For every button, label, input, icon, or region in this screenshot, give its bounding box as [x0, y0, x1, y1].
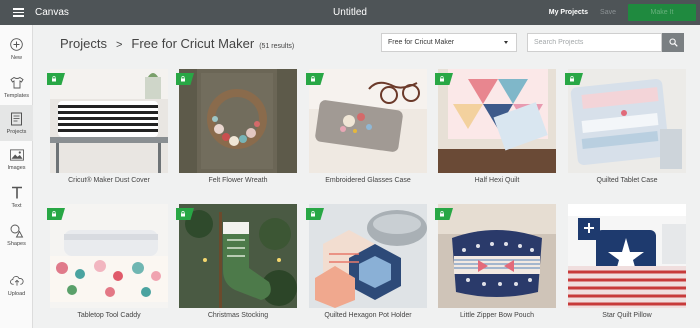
project-thumbnail	[179, 69, 297, 173]
search-input[interactable]	[527, 33, 662, 52]
chevron-right-icon: >	[115, 39, 123, 51]
project-thumbnail	[568, 204, 686, 308]
shirt-icon	[9, 76, 24, 90]
project-thumbnail	[309, 69, 427, 173]
search-icon	[668, 38, 678, 47]
chevron-down-icon	[504, 41, 508, 44]
result-count: (51 results)	[259, 43, 295, 50]
make-it-button[interactable]: Make It	[628, 4, 696, 21]
sidebar-item-images[interactable]: Images	[0, 141, 33, 177]
project-thumbnail	[50, 204, 168, 308]
sidebar-item-label: Projects	[6, 128, 27, 135]
project-thumbnail	[438, 69, 556, 173]
filter-dropdown[interactable]: Free for Cricut Maker	[381, 33, 517, 52]
shapes-icon	[10, 224, 24, 238]
project-thumbnail	[309, 204, 427, 308]
sidebar-item-label: Upload	[7, 290, 26, 297]
sidebar-item-label: Images	[7, 164, 26, 171]
breadcrumb: Projects > Free for Cricut Maker (51 res…	[60, 36, 294, 54]
projects-icon	[10, 112, 24, 126]
sidebar-item-label: Shapes	[7, 240, 26, 247]
my-projects-link[interactable]: My Projects	[549, 9, 588, 16]
left-sidebar: New Templates Projects Images Text Shape…	[0, 25, 33, 328]
sidebar-item-shapes[interactable]: Shapes	[0, 217, 33, 253]
plus-icon	[10, 38, 24, 52]
project-title: Quilted Tablet Case	[596, 177, 658, 184]
text-icon	[10, 186, 24, 200]
project-title: Tabletop Tool Caddy	[77, 312, 141, 319]
project-title: Christmas Stocking	[207, 312, 269, 319]
sidebar-item-projects[interactable]: Projects	[0, 105, 33, 141]
project-title: Half Hexi Quilt	[474, 177, 520, 184]
hamburger-menu-icon[interactable]	[6, 0, 30, 25]
upload-icon	[9, 274, 24, 288]
sidebar-item-text[interactable]: Text	[0, 179, 33, 215]
project-title: Embroidered Glasses Case	[325, 177, 411, 184]
project-thumbnail	[50, 69, 168, 173]
project-title: Little Zipper Bow Pouch	[460, 312, 534, 319]
sidebar-item-new[interactable]: New	[0, 31, 33, 67]
top-bar: Canvas Untitled My Projects Save Make It	[0, 0, 700, 25]
project-title: Quilted Hexagon Pot Holder	[324, 312, 412, 319]
app-title: Canvas	[35, 7, 69, 18]
project-title: Cricut® Maker Dust Cover	[68, 177, 150, 184]
project-title: Felt Flower Wreath	[208, 177, 268, 184]
breadcrumb-projects-link[interactable]: Projects	[60, 36, 107, 51]
sidebar-item-label: Text	[11, 202, 22, 209]
filter-selected-value: Free for Cricut Maker	[388, 39, 455, 46]
sidebar-item-label: Templates	[3, 92, 30, 99]
sidebar-item-label: New	[10, 54, 22, 61]
project-title: Star Quilt Pillow	[602, 312, 652, 319]
save-button[interactable]: Save	[600, 9, 616, 16]
image-icon	[9, 148, 24, 162]
page-title: Free for Cricut Maker	[131, 36, 255, 51]
project-thumbnail	[179, 204, 297, 308]
sidebar-item-upload[interactable]: Upload	[0, 267, 33, 303]
sidebar-item-templates[interactable]: Templates	[0, 69, 33, 105]
project-thumbnail	[438, 204, 556, 308]
search-button[interactable]	[662, 33, 684, 52]
project-thumbnail	[568, 69, 686, 173]
